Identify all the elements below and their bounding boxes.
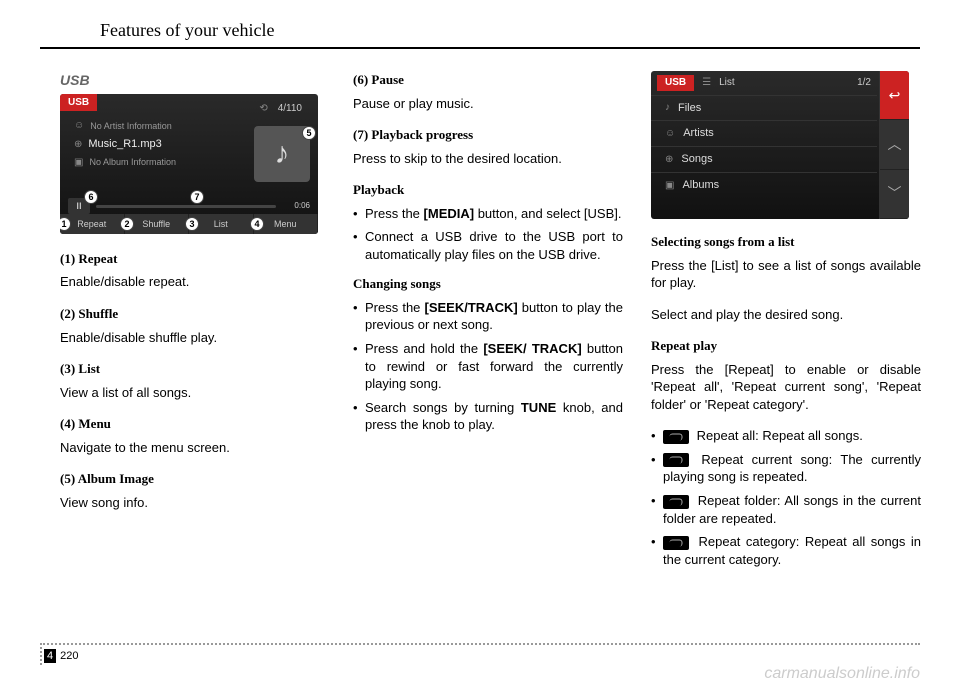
t-pause: Pause or play music. <box>353 95 623 113</box>
list-row-albums[interactable]: ▣ Albums <box>651 172 877 198</box>
list-row-songs[interactable]: ⊕ Songs <box>651 146 877 172</box>
list-row-artists[interactable]: ☺ Artists <box>651 120 877 146</box>
playback-list: Press the [MEDIA] button, and select [US… <box>353 205 623 264</box>
time-end: 0:06 <box>294 201 310 212</box>
repeat-current-icon <box>663 453 689 467</box>
h-selecting: Selecting songs from a list <box>651 233 921 251</box>
repeat-all: Repeat all: Repeat all songs. <box>651 427 921 445</box>
h-list: (3) List <box>60 360 325 378</box>
repeat-current: Repeat current song: The currently playi… <box>651 451 921 486</box>
repeat-all-icon <box>663 430 689 444</box>
t-selecting-2: Select and play the desired song. <box>651 306 921 324</box>
list-icon: ☰ <box>702 76 711 90</box>
t-album-image: View song info. <box>60 494 325 512</box>
person-icon: ☺ <box>74 119 84 133</box>
disc-icon: ⊕ <box>74 138 82 152</box>
watermark: carmanualsonline.info <box>764 665 920 683</box>
column-3: USB ☰ List 1/2 ♪ Files ☺ Artists ⊕ Songs <box>651 71 921 580</box>
callout-4: 4 <box>250 217 264 231</box>
changing-item-2: Press and hold the [SEEK/ TRACK] button … <box>353 340 623 393</box>
playback-item-2: Connect a USB drive to the USB port to a… <box>353 228 623 263</box>
shuffle-button[interactable]: Shuffle <box>125 214 190 234</box>
loop-icon: ⟲ <box>259 102 267 116</box>
h-album-image: (5) Album Image <box>60 470 325 488</box>
side-controls: ↩ ︿ ﹀ <box>879 71 909 219</box>
page-header: Features of your vehicle <box>40 0 920 49</box>
column-1: USB USB ⟲ 4/110 ☺ No Artist Information … <box>60 71 325 580</box>
list-row-files[interactable]: ♪ Files <box>651 95 877 121</box>
t-selecting-1: Press the [List] to see a list of songs … <box>651 257 921 292</box>
repeat-category-icon <box>663 536 689 550</box>
usb-list-screen: USB ☰ List 1/2 ♪ Files ☺ Artists ⊕ Songs <box>651 71 909 219</box>
h-repeat: (1) Repeat <box>60 250 325 268</box>
list-header: USB ☰ List 1/2 <box>651 71 877 95</box>
callout-2: 2 <box>120 217 134 231</box>
list-label: List <box>719 76 735 90</box>
chapter-number: 4 <box>44 649 56 663</box>
t-repeat-play: Press the [Repeat] to enable or disable … <box>651 361 921 414</box>
progress-bar[interactable] <box>96 205 276 208</box>
repeat-category: Repeat category: Repeat all songs in the… <box>651 533 921 568</box>
changing-item-3: Search songs by turning TUNE knob, and p… <box>353 399 623 434</box>
h-menu: (4) Menu <box>60 415 325 433</box>
h-shuffle: (2) Shuffle <box>60 305 325 323</box>
callout-7: 7 <box>190 190 204 204</box>
h-changing: Changing songs <box>353 275 623 293</box>
repeat-folder-icon <box>663 495 689 509</box>
t-repeat: Enable/disable repeat. <box>60 273 325 291</box>
t-list: View a list of all songs. <box>60 384 325 402</box>
page-footer: 4 220 <box>40 643 920 665</box>
screen-usb-badge: USB <box>60 94 97 112</box>
page-number: 220 <box>60 650 78 662</box>
back-button[interactable]: ↩ <box>880 71 909 120</box>
changing-list: Press the [SEEK/TRACK] button to play th… <box>353 299 623 434</box>
usb-title: USB <box>60 71 325 90</box>
t-progress: Press to skip to the desired location. <box>353 150 623 168</box>
track-counter: 4/110 <box>278 102 302 116</box>
repeat-folder: Repeat folder: All songs in the current … <box>651 492 921 527</box>
songs-icon: ⊕ <box>665 153 673 167</box>
scroll-up-button[interactable]: ︿ <box>880 120 909 169</box>
column-2: (6) Pause Pause or play music. (7) Playb… <box>353 71 623 580</box>
album-icon-small: ▣ <box>74 156 83 170</box>
artist-icon: ☺ <box>665 127 675 141</box>
t-menu: Navigate to the menu screen. <box>60 439 325 457</box>
scroll-down-button[interactable]: ﹀ <box>880 170 909 219</box>
h-pause: (6) Pause <box>353 71 623 89</box>
screen-usb-badge-2: USB <box>657 75 694 91</box>
playback-item-1: Press the [MEDIA] button, and select [US… <box>353 205 623 223</box>
content: USB USB ⟲ 4/110 ☺ No Artist Information … <box>0 49 960 580</box>
callout-3: 3 <box>185 217 199 231</box>
usb-playback-screen: USB ⟲ 4/110 ☺ No Artist Information ⊕ Mu… <box>60 94 318 234</box>
list-counter: 1/2 <box>857 76 871 90</box>
callout-5: 5 <box>302 126 316 140</box>
albums-icon: ▣ <box>665 179 674 193</box>
changing-item-1: Press the [SEEK/TRACK] button to play th… <box>353 299 623 334</box>
h-playback: Playback <box>353 181 623 199</box>
h-progress: (7) Playback progress <box>353 126 623 144</box>
note-icon: ♪ <box>665 101 670 115</box>
repeat-modes-list: Repeat all: Repeat all songs. Repeat cur… <box>651 427 921 568</box>
t-shuffle: Enable/disable shuffle play. <box>60 329 325 347</box>
h-repeat-play: Repeat play <box>651 337 921 355</box>
callout-6: 6 <box>84 190 98 204</box>
